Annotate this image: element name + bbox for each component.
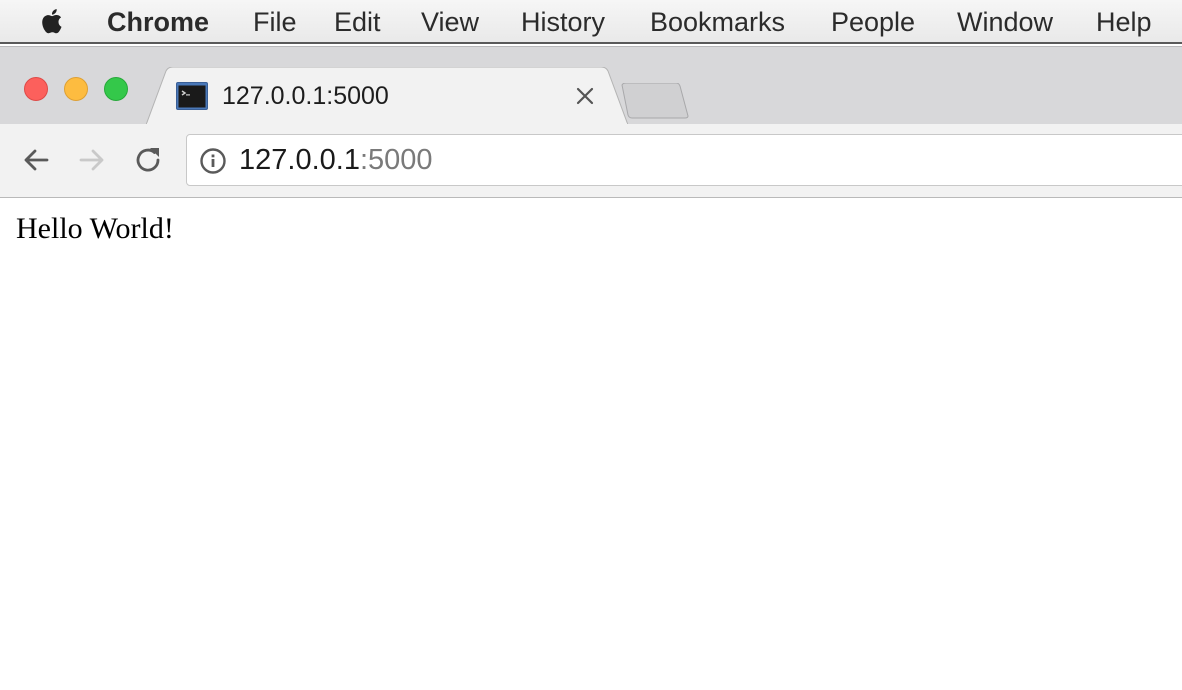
close-window-button[interactable] bbox=[24, 77, 48, 101]
apple-logo-icon[interactable] bbox=[38, 6, 68, 36]
terminal-icon bbox=[176, 82, 208, 110]
menu-people[interactable]: People bbox=[831, 5, 915, 39]
menu-window[interactable]: Window bbox=[957, 5, 1053, 39]
browser-toolbar: 127.0.0.1:5000 bbox=[0, 124, 1182, 198]
active-tab[interactable]: 127.0.0.1:5000 bbox=[146, 67, 628, 125]
tab-title: 127.0.0.1:5000 bbox=[222, 82, 389, 110]
address-bar[interactable]: 127.0.0.1:5000 bbox=[186, 134, 1182, 186]
page-body-text: Hello World! bbox=[16, 212, 174, 245]
page-content: Hello World! bbox=[0, 198, 1182, 690]
url-port: :5000 bbox=[359, 144, 433, 176]
reload-icon[interactable] bbox=[132, 144, 164, 176]
info-icon[interactable] bbox=[199, 147, 227, 175]
url-host: 127.0.0.1 bbox=[239, 144, 360, 176]
menu-app-chrome[interactable]: Chrome bbox=[107, 5, 209, 39]
close-tab-icon[interactable] bbox=[574, 85, 596, 107]
url-text[interactable]: 127.0.0.1:5000 bbox=[239, 143, 433, 177]
minimize-window-button[interactable] bbox=[64, 77, 88, 101]
menu-edit[interactable]: Edit bbox=[334, 5, 381, 39]
menu-bar: Chrome File Edit View History Bookmarks … bbox=[0, 0, 1182, 44]
menu-bookmarks[interactable]: Bookmarks bbox=[650, 5, 785, 39]
menu-help[interactable]: Help bbox=[1096, 5, 1152, 39]
browser-tab-strip: 127.0.0.1:5000 bbox=[0, 46, 1182, 125]
back-arrow-icon[interactable] bbox=[20, 144, 52, 176]
new-tab-button[interactable] bbox=[620, 83, 690, 119]
zoom-window-button[interactable] bbox=[104, 77, 128, 101]
menu-view[interactable]: View bbox=[421, 5, 479, 39]
menu-file[interactable]: File bbox=[253, 5, 297, 39]
forward-arrow-icon[interactable] bbox=[76, 144, 108, 176]
menu-history[interactable]: History bbox=[521, 5, 605, 39]
